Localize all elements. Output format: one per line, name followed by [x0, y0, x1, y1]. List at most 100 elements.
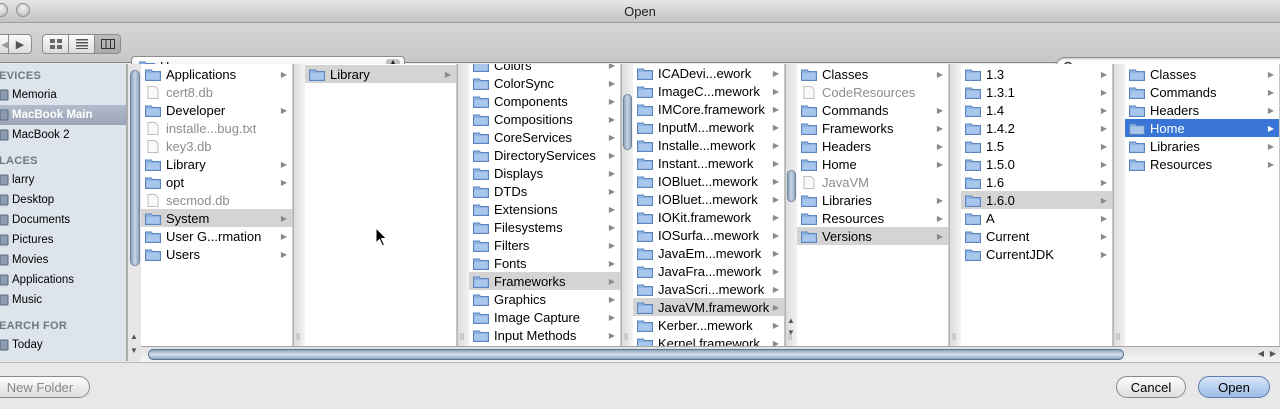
folder-row[interactable]: Displays ▶ [469, 164, 620, 182]
file-row[interactable]: installe...bug.txt [141, 119, 292, 137]
folder-row[interactable]: InputM...mework ▶ [633, 118, 784, 136]
column-scrollbar[interactable]: || [949, 64, 961, 346]
column-resize-grip[interactable]: || [1116, 332, 1120, 341]
forward-button[interactable]: ▶ [8, 34, 32, 54]
folder-row[interactable]: System ▶ [141, 209, 292, 227]
folder-row[interactable]: 1.4.2 ▶ [961, 119, 1112, 137]
folder-row[interactable]: 1.6.0 ▶ [961, 191, 1112, 209]
folder-row[interactable]: DTDs ▶ [469, 182, 620, 200]
folder-row[interactable]: CurrentJDK ▶ [961, 245, 1112, 263]
folder-row[interactable]: Current ▶ [961, 227, 1112, 245]
folder-row[interactable]: Compositions ▶ [469, 110, 620, 128]
folder-row[interactable]: Colors ▶ [469, 64, 620, 74]
folder-row[interactable]: JavaScri...mework ▶ [633, 280, 784, 298]
folder-row[interactable]: Graphics ▶ [469, 290, 620, 308]
horizontal-scrollbar[interactable]: ◀ ▶ [141, 346, 1280, 362]
sidebar-item[interactable]: larry [0, 170, 126, 190]
sidebar-scrollbar[interactable]: ▲ ▼ [127, 64, 141, 361]
folder-row[interactable]: IOSurfa...mework ▶ [633, 226, 784, 244]
folder-row[interactable]: IOBluet...mework ▶ [633, 190, 784, 208]
file-row[interactable]: secmod.db [141, 191, 292, 209]
column-scrollbar[interactable]: || [293, 64, 305, 346]
folder-row[interactable]: Developer ▶ [141, 101, 292, 119]
sidebar-scroll-thumb[interactable] [130, 70, 140, 266]
scroll-up-icon[interactable]: ▲ [787, 316, 795, 325]
sidebar-item[interactable]: Desktop [0, 190, 126, 210]
sidebar-item[interactable]: Movies [0, 250, 126, 270]
column-resize-grip[interactable]: || [624, 332, 628, 341]
folder-row[interactable]: Components ▶ [469, 92, 620, 110]
folder-row[interactable]: IOKit.framework ▶ [633, 208, 784, 226]
folder-row[interactable]: Classes ▶ [797, 65, 948, 83]
column-resize-grip[interactable]: || [460, 332, 464, 341]
folder-row[interactable]: DirectoryServices ▶ [469, 146, 620, 164]
folder-row[interactable]: Users ▶ [141, 245, 292, 263]
sidebar-item[interactable]: Documents [0, 210, 126, 230]
folder-row[interactable]: 1.6 ▶ [961, 173, 1112, 191]
folder-row[interactable]: 1.3.1 ▶ [961, 83, 1112, 101]
cancel-button[interactable]: Cancel [1116, 376, 1186, 398]
column-scrollbar[interactable]: || [621, 64, 633, 346]
column-scrollbar[interactable]: || [457, 64, 469, 346]
sidebar-item[interactable]: Today [0, 335, 126, 355]
sidebar-item[interactable]: Pictures [0, 230, 126, 250]
column-resize-grip[interactable]: || [952, 332, 956, 341]
folder-row[interactable]: ICADevi...ework ▶ [633, 64, 784, 82]
open-button[interactable]: Open [1198, 376, 1270, 398]
column-scrollbar[interactable]: || [1113, 64, 1125, 346]
column-resize-grip[interactable]: || [788, 332, 792, 341]
folder-row[interactable]: Library ▶ [141, 155, 292, 173]
folder-row[interactable]: Installe...mework ▶ [633, 136, 784, 154]
sidebar-item[interactable]: Memoria [0, 85, 126, 105]
scroll-right-icon[interactable]: ▶ [1270, 349, 1276, 358]
column-scroll-thumb[interactable] [623, 94, 632, 150]
folder-row[interactable]: Fonts ▶ [469, 254, 620, 272]
folder-row[interactable]: 1.5.0 ▶ [961, 155, 1112, 173]
folder-row[interactable]: Libraries ▶ [797, 191, 948, 209]
folder-row[interactable]: JavaFra...mework ▶ [633, 262, 784, 280]
scroll-left-icon[interactable]: ◀ [1258, 349, 1264, 358]
folder-row[interactable]: IMCore.framework ▶ [633, 100, 784, 118]
folder-row[interactable]: Home ▶ [1125, 119, 1279, 137]
folder-row[interactable]: JavaVM.framework ▶ [633, 298, 784, 316]
horizontal-scroll-thumb[interactable] [148, 349, 1124, 360]
folder-row[interactable]: 1.5 ▶ [961, 137, 1112, 155]
folder-row[interactable]: Headers ▶ [797, 137, 948, 155]
folder-row[interactable]: Input Methods ▶ [469, 326, 620, 344]
column-resize-grip[interactable]: || [296, 332, 300, 341]
folder-row[interactable]: Extensions ▶ [469, 200, 620, 218]
folder-row[interactable]: Frameworks ▶ [469, 272, 620, 290]
folder-row[interactable]: Resources ▶ [1125, 155, 1279, 173]
column-view-button[interactable] [94, 34, 121, 54]
folder-row[interactable]: Resources ▶ [797, 209, 948, 227]
folder-row[interactable]: Instant...mework ▶ [633, 154, 784, 172]
folder-row[interactable]: ColorSync ▶ [469, 74, 620, 92]
file-row[interactable]: JavaVM [797, 173, 948, 191]
folder-row[interactable]: Filters ▶ [469, 236, 620, 254]
folder-row[interactable]: Image Capture ▶ [469, 308, 620, 326]
folder-row[interactable]: 1.3 ▶ [961, 65, 1112, 83]
folder-row[interactable]: User G...rmation ▶ [141, 227, 292, 245]
folder-row[interactable]: A ▶ [961, 209, 1112, 227]
sidebar-item[interactable]: Applications [0, 270, 126, 290]
folder-row[interactable]: Commands ▶ [797, 101, 948, 119]
folder-row[interactable]: Applications ▶ [141, 65, 292, 83]
folder-row[interactable]: Versions ▶ [797, 227, 948, 245]
new-folder-button[interactable]: New Folder [0, 376, 90, 398]
folder-row[interactable]: Headers ▶ [1125, 101, 1279, 119]
folder-row[interactable]: Classes ▶ [1125, 65, 1279, 83]
folder-row[interactable]: Kerber...mework ▶ [633, 316, 784, 334]
sidebar-item[interactable]: MacBook 2 [0, 125, 126, 145]
folder-row[interactable]: Home ▶ [797, 155, 948, 173]
folder-row[interactable]: Frameworks ▶ [797, 119, 948, 137]
icon-view-button[interactable] [42, 34, 69, 54]
sidebar-item[interactable]: MacBook Main [0, 105, 126, 125]
folder-row[interactable]: ImageC...mework ▶ [633, 82, 784, 100]
folder-row[interactable]: Filesystems ▶ [469, 218, 620, 236]
scroll-up-icon[interactable]: ▲ [130, 332, 138, 341]
folder-row[interactable]: Libraries ▶ [1125, 137, 1279, 155]
folder-row[interactable]: opt ▶ [141, 173, 292, 191]
scroll-down-icon[interactable]: ▼ [130, 346, 138, 355]
column-scroll-thumb[interactable] [787, 170, 796, 202]
list-view-button[interactable] [68, 34, 95, 54]
